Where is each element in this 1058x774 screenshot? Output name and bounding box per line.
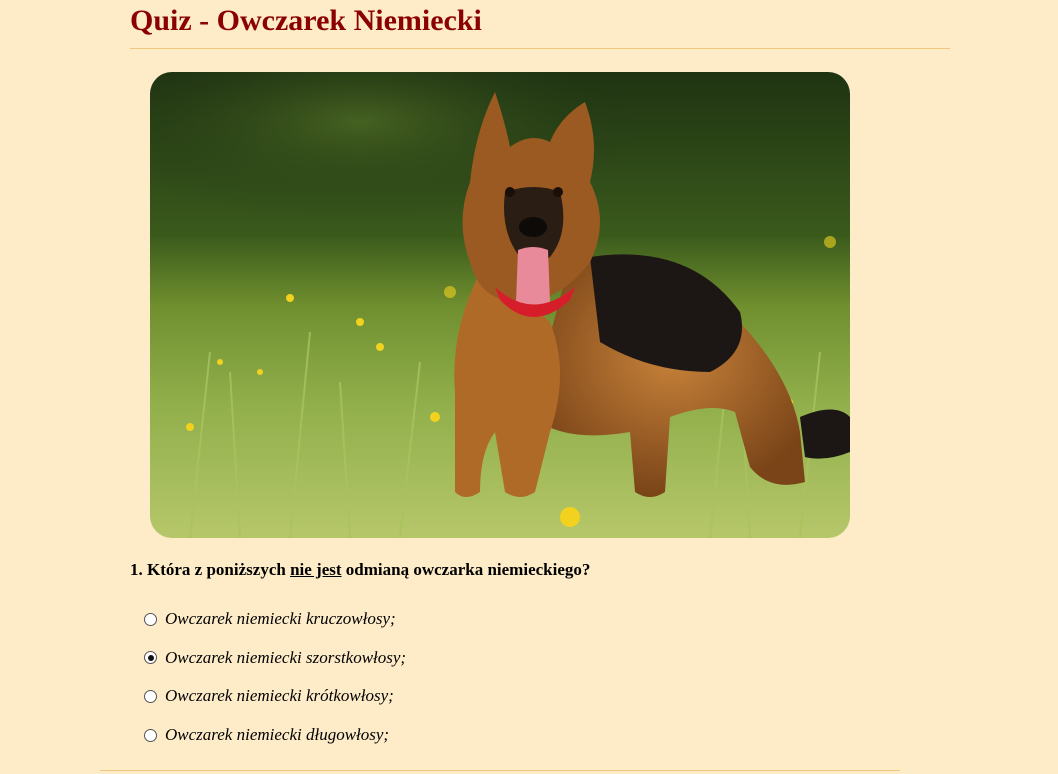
answer-option-4[interactable]: Owczarek niemiecki długowłosy;: [144, 722, 406, 748]
question-text: 1. Która z poniższych nie jest odmianą o…: [130, 559, 590, 581]
question-number: 1.: [130, 560, 143, 579]
answer-option-1[interactable]: Owczarek niemiecki kruczowłosy;: [144, 606, 406, 632]
bottom-divider: [100, 770, 900, 771]
answer-option-2[interactable]: Owczarek niemiecki szorstkowłosy;: [144, 645, 406, 671]
radio-button[interactable]: [144, 728, 157, 742]
title-divider: [130, 48, 950, 49]
answer-label[interactable]: Owczarek niemiecki długowłosy;: [165, 725, 389, 745]
answer-label[interactable]: Owczarek niemiecki kruczowłosy;: [165, 609, 396, 629]
radio-button[interactable]: [144, 689, 157, 703]
answer-option-3[interactable]: Owczarek niemiecki krótkowłosy;: [144, 683, 406, 709]
question-text-before: Która z poniższych: [147, 560, 286, 579]
radio-button[interactable]: [144, 612, 157, 626]
answer-label[interactable]: Owczarek niemiecki szorstkowłosy;: [165, 648, 406, 668]
answer-label[interactable]: Owczarek niemiecki krótkowłosy;: [165, 686, 394, 706]
question-emphasis: nie jest: [290, 560, 342, 579]
radio-button[interactable]: [144, 651, 157, 665]
german-shepherd-photo: [150, 72, 850, 538]
answer-list: Owczarek niemiecki kruczowłosy; Owczarek…: [144, 606, 406, 761]
page-title: Quiz - Owczarek Niemiecki: [130, 4, 482, 37]
question-text-after: odmianą owczarka niemieckiego?: [345, 560, 591, 579]
